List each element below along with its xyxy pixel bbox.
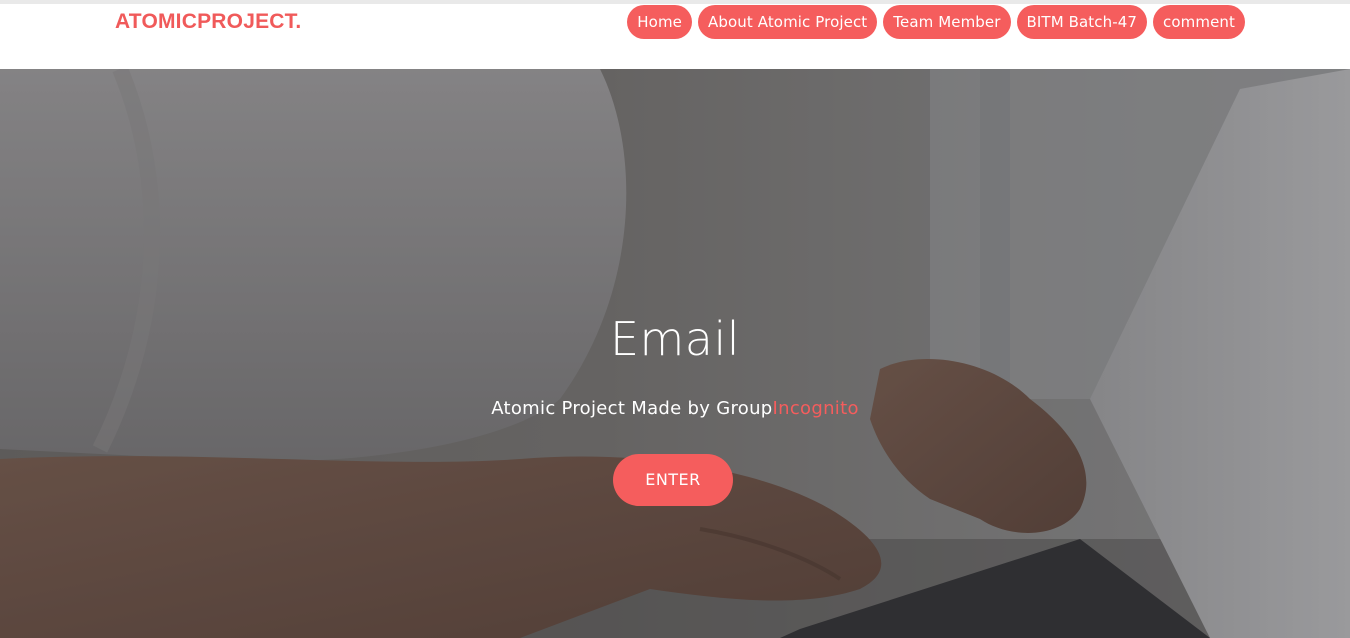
nav-comment[interactable]: comment <box>1153 5 1245 39</box>
brand-logo[interactable]: ATOMICPROJECT. <box>115 10 301 34</box>
hero-subtitle-text: Atomic Project Made by Group <box>491 398 773 419</box>
site-header: ATOMICPROJECT. Home About Atomic Project… <box>0 4 1350 69</box>
group-name: Incognito <box>772 398 859 419</box>
enter-button[interactable]: ENTER <box>613 454 733 506</box>
main-nav: Home About Atomic Project Team Member BI… <box>627 5 1245 39</box>
nav-home[interactable]: Home <box>627 5 692 39</box>
hero-subtitle: Atomic Project Made by GroupIncognito <box>0 398 1350 419</box>
nav-team-member[interactable]: Team Member <box>883 5 1011 39</box>
hero-title: Email <box>609 312 741 366</box>
nav-about[interactable]: About Atomic Project <box>698 5 878 39</box>
hero-section: Email Atomic Project Made by GroupIncogn… <box>0 69 1350 638</box>
nav-bitm-batch[interactable]: BITM Batch-47 <box>1016 5 1148 39</box>
